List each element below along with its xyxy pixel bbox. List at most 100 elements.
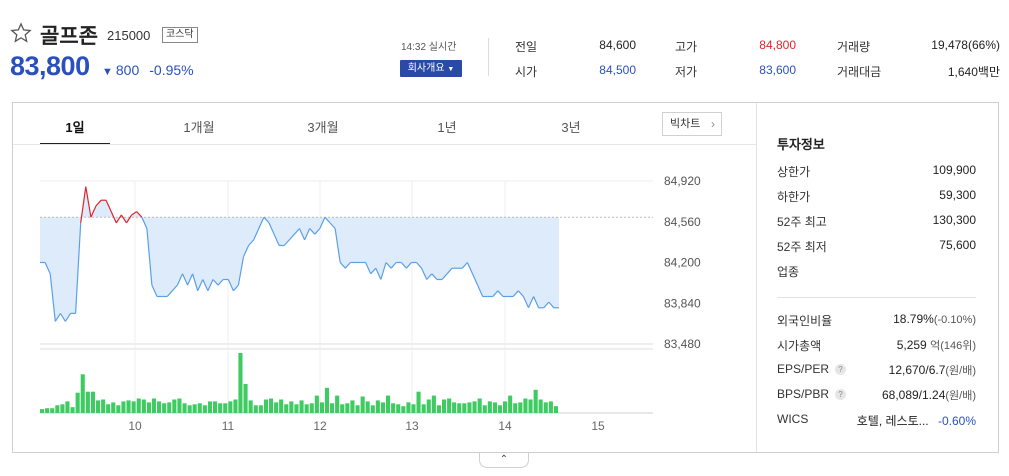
volume-bar [85,391,90,413]
volume-bar [543,402,548,413]
volume-bar [75,392,80,413]
x-tick-label: 11 [222,419,235,433]
foreign-ratio-value: 18.79%(-0.10%) [893,312,976,326]
help-icon[interactable]: ? [835,389,847,400]
volume-bar [548,401,553,413]
wics: WICS 호텔, 레스토... -0.60% [777,412,976,428]
upper-limit-value: 109,900 [932,163,976,177]
volume-label: 거래량 [837,40,871,54]
volume-bar [492,402,497,413]
bigchart-button[interactable]: 빅차트 › [662,112,722,136]
company-overview-button[interactable]: 회사개요 ▼ [400,60,462,77]
volume-bar [45,408,50,413]
prev-close-value: 84,600 [599,38,636,52]
volume-bar [172,399,177,413]
high-price-label: 고가 [675,40,698,54]
volume-bar [146,402,151,413]
wics-sector-link[interactable]: 호텔, 레스토... [857,414,929,428]
header-divider [488,38,489,76]
down-arrow-icon: ▼ [102,66,113,78]
volume-bar [370,405,375,413]
volume-bar [151,398,156,413]
bps-pbr-value: 68,089/1.24(원/배) [882,387,976,403]
volume: 거래량 19,478(66%) [837,38,1000,54]
volume-bar [258,405,263,413]
volume-bar [330,403,335,413]
volume-bar [482,405,487,413]
high-52week-value: 130,300 [932,213,976,227]
bps-pbr: BPS/PBR? 68,089/1.24(원/배) [777,387,976,403]
volume-bar [553,406,558,413]
dropdown-caret-icon: ▼ [447,66,455,73]
volume-bar [162,403,167,413]
volume-bar [360,396,365,413]
volume-bar [426,399,431,413]
volume-bar [289,401,294,413]
collapse-button[interactable]: ⌃ [479,453,529,468]
volume-bar [106,404,111,413]
volume-bar [355,405,360,413]
market-cap: 시가총액 5,259 억(146위) [777,337,976,353]
tab-1month[interactable]: 1개월 [164,117,234,136]
tab-3month[interactable]: 3개월 [288,117,358,136]
bps-pbr-label: BPS/PBR [777,387,830,401]
open-price-value: 84,500 [599,63,636,77]
volume-bar [523,398,528,413]
volume-bar [40,409,45,413]
volume-bar [386,395,391,413]
volume-bar [269,398,274,413]
low-price-value: 83,600 [759,63,796,77]
volume-bar [253,405,258,413]
wics-change: -0.60% [937,414,976,428]
tab-1day[interactable]: 1일 [40,117,110,136]
tab-1year[interactable]: 1년 [412,117,482,136]
help-icon[interactable]: ? [835,364,847,375]
foreign-ratio-number: 18.79% [893,312,934,326]
price-change: ▼ 800 -0.95% [102,62,194,78]
low-52week-label: 52주 최저 [777,240,827,254]
volume-bar [131,401,136,413]
volume-bar [503,401,508,413]
realtime-label: 14:32 실시간 [401,42,457,53]
stock-header: 골프존 215000 코스닥 83,800 ▼ 800 -0.95% 14:32 실… [0,0,1009,100]
prev-close-label: 전일 [515,40,538,54]
volume-bar [447,398,452,413]
prev-close: 전일 84,600 [515,38,636,54]
volume-bar [284,404,289,413]
volume-bar [462,403,467,413]
volume-bar [513,403,518,413]
high-52week-label: 52주 최고 [777,215,827,229]
lower-limit: 하한가 59,300 [777,188,976,204]
y-tick-label: 84,920 [664,174,701,188]
volume-bar [396,404,401,413]
trade-amount: 거래대금 1,640백만 [837,63,1000,79]
volume-bar [416,391,421,413]
volume-bar [345,403,350,413]
volume-bar [218,403,223,413]
volume-bar [421,404,426,413]
intraday-chart[interactable]: 10 11 12 13 14 15 84,920 84,560 84,200 83,840 83,4… [13,145,756,452]
favorite-star-icon[interactable] [10,22,32,44]
stock-name: 골프존 [40,25,98,48]
volume-bar [101,399,106,413]
chevron-up-icon: ⌃ [499,454,509,465]
high-52week: 52주 최고 130,300 [777,213,976,229]
high-price-value: 84,800 [759,38,796,52]
tab-3year[interactable]: 3년 [536,117,606,136]
volume-bar [238,353,243,413]
lower-limit-value: 59,300 [939,188,976,202]
low-price-label: 저가 [675,65,698,79]
upper-limit-label: 상한가 [777,165,811,179]
volume-bar [431,395,436,413]
volume-bar [340,404,345,413]
high-price: 고가 84,800 [675,38,796,54]
chevron-right-icon: › [711,117,715,131]
company-overview-label: 회사개요 [407,63,445,74]
volume-bar [335,395,340,413]
low-52week-value: 75,600 [939,238,976,252]
eps-per-value: 12,670/6.7(원/배) [889,362,976,378]
volume-bar [467,402,472,413]
sector: 업종 [777,263,976,279]
current-price: 83,800 [10,51,90,81]
volume-bar [304,404,309,413]
